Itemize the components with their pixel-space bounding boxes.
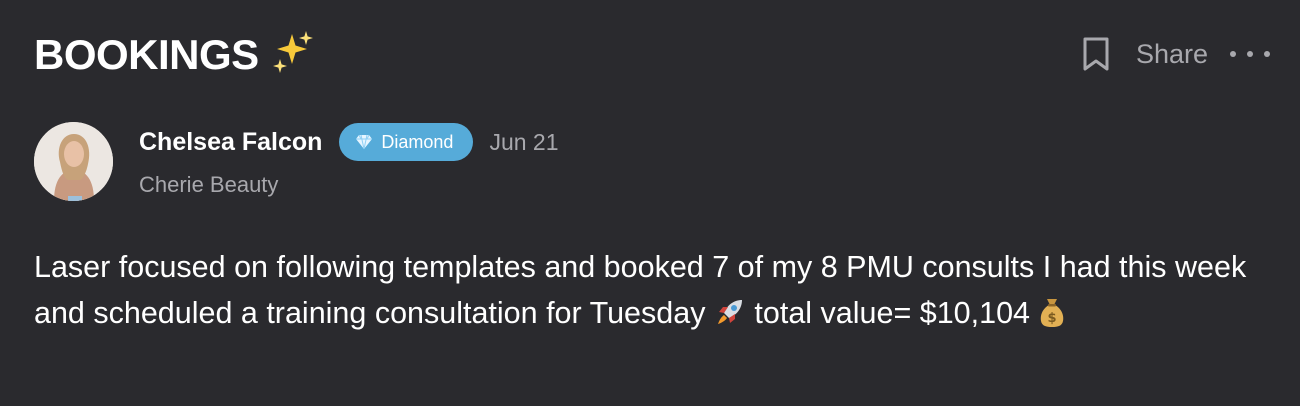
post-author: Chelsea Falcon Diamond Jun 21 Cherie Bea… (34, 122, 1270, 202)
more-dot (1264, 51, 1270, 57)
badge-label: Diamond (381, 131, 454, 152)
post-text-part2: total value= $10,104 (754, 296, 1030, 330)
more-options-icon[interactable] (1230, 34, 1270, 74)
more-dot (1247, 51, 1253, 57)
author-name[interactable]: Chelsea Falcon (139, 128, 322, 157)
bookmark-icon[interactable] (1080, 34, 1112, 74)
rocket-icon (714, 295, 746, 341)
svg-text:$: $ (1048, 311, 1057, 326)
sparkles-icon (270, 28, 316, 84)
avatar[interactable] (34, 122, 113, 201)
title-text: BOOKINGS (34, 31, 259, 78)
share-button[interactable]: Share (1136, 39, 1208, 70)
money-bag-icon: $ (1038, 295, 1066, 341)
author-line: Chelsea Falcon Diamond Jun 21 (139, 122, 559, 162)
more-dot (1230, 51, 1236, 57)
author-company: Cherie Beauty (139, 172, 279, 197)
diamond-icon (356, 134, 373, 150)
diamond-badge: Diamond (339, 123, 474, 161)
page-title: BOOKINGS (34, 28, 316, 84)
post-header: BOOKINGS Share (34, 24, 1270, 84)
post-actions: Share (1080, 34, 1270, 74)
post-body: Laser focused on following templates and… (34, 244, 1274, 341)
post-date: Jun 21 (489, 128, 559, 155)
